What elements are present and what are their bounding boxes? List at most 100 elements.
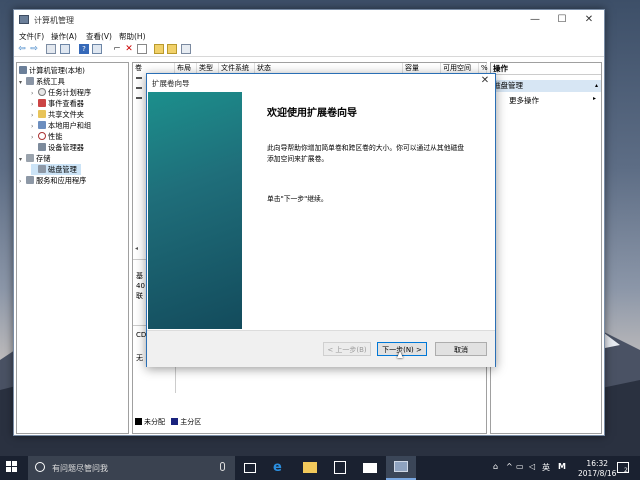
console-tree: 计算机管理(本地) ▾ 系统工具 › 任务计划程序 › 事件查看器 › 共享文件夹 › 本…: [16, 62, 129, 434]
volume-row-marker[interactable]: [136, 77, 142, 79]
delete-icon[interactable]: ✕: [124, 44, 134, 54]
mouse-cursor-icon: [397, 351, 403, 358]
storage-icon: [26, 154, 34, 162]
menu-bar: 文件(F) 操作(A) 查看(V) 帮助(H): [14, 30, 604, 42]
cortana-icon: [35, 462, 45, 472]
wizard-instruction: 单击"下一步"继续。: [267, 195, 328, 203]
clock[interactable]: 16:32 2017/8/16: [578, 459, 616, 479]
document-icon[interactable]: [137, 44, 147, 54]
tree-item-device-manager[interactable]: 设备管理器: [31, 142, 84, 153]
chevron-down-icon[interactable]: ▾: [19, 77, 26, 88]
microphone-icon[interactable]: [220, 462, 225, 471]
actions-section-disk-management[interactable]: 磁盘管理 ▴: [491, 80, 601, 92]
taskbar: 有问题尽管问我 e ⌂ ^ ▭ ◁ 英 M 16:32 2017/8/16 2: [0, 456, 640, 480]
services-icon: [26, 176, 34, 184]
show-hide-tree-icon[interactable]: [60, 44, 70, 54]
event-viewer-icon: [38, 99, 46, 107]
tree-item-shared-folders[interactable]: › 共享文件夹: [31, 109, 84, 120]
tree-item-performance[interactable]: › 性能: [31, 131, 62, 142]
divider: [175, 363, 176, 393]
dialog-title: 扩展卷向导: [152, 79, 190, 88]
clock-date: 2017/8/16: [578, 469, 617, 478]
unallocated-swatch: [135, 418, 142, 425]
show-hidden-icons-chevron-icon[interactable]: ^: [506, 462, 513, 471]
file-explorer-icon[interactable]: [303, 462, 317, 473]
partition-legend: 未分配 主分区: [135, 417, 201, 427]
shared-folder-icon: [38, 110, 46, 118]
network-icon[interactable]: ▭: [516, 462, 524, 471]
volume-row-marker[interactable]: [136, 87, 142, 89]
tree-item-task-scheduler[interactable]: › 任务计划程序: [31, 87, 91, 98]
back-button[interactable]: < 上一步(B): [323, 342, 371, 356]
wizard-heading: 欢迎使用扩展卷向导: [267, 108, 357, 119]
tree-item-system-tools[interactable]: ▾ 系统工具: [19, 76, 65, 87]
extend-volume-wizard: 扩展卷向导 ✕ 欢迎使用扩展卷向导 此向导帮助你增加简单卷和跨区卷的大小。你可以…: [146, 73, 496, 367]
chevron-right-icon[interactable]: ▸: [593, 95, 596, 102]
scroll-left-arrow-icon[interactable]: ◂: [135, 245, 138, 252]
cancel-button[interactable]: 取消: [435, 342, 487, 356]
cdrom-label: CD: [136, 331, 147, 339]
menu-action[interactable]: 操作(A): [51, 31, 77, 42]
collapse-arrow-icon[interactable]: ▴: [595, 80, 598, 92]
users-icon: [38, 121, 46, 129]
help-icon[interactable]: ?: [79, 44, 89, 54]
more-actions-link[interactable]: 更多操作: [509, 95, 539, 106]
mail-icon[interactable]: [363, 463, 377, 473]
device-manager-icon: [38, 143, 46, 151]
title-bar[interactable]: 计算机管理 — ☐ ✕: [14, 10, 604, 30]
tree-item-services-apps[interactable]: › 服务和应用程序: [19, 175, 86, 186]
close-button[interactable]: ✕: [578, 12, 600, 28]
dialog-footer: < 上一步(B) 下一步(N) > 取消: [147, 330, 495, 367]
properties-icon[interactable]: [92, 44, 102, 54]
tree-item-disk-management[interactable]: 磁盘管理: [31, 164, 81, 175]
wizard-banner-image: [148, 92, 242, 329]
menu-view[interactable]: 查看(V): [86, 31, 112, 42]
tree-item-storage[interactable]: ▾ 存储: [19, 153, 50, 164]
store-icon[interactable]: [334, 461, 346, 474]
tree-item-local-users[interactable]: › 本地用户和组: [31, 120, 91, 131]
actions-pane: 操作 磁盘管理 ▴ 更多操作 ▸: [490, 62, 602, 434]
chevron-down-icon[interactable]: ▾: [19, 154, 26, 165]
disk-0-label: 基 40 联: [136, 272, 145, 300]
ime-indicator[interactable]: 英: [542, 462, 550, 473]
maximize-button[interactable]: ☐: [551, 12, 573, 28]
menu-file[interactable]: 文件(F): [19, 31, 44, 42]
back-arrow-icon[interactable]: ⇦: [17, 44, 27, 54]
computer-icon: [19, 66, 27, 74]
disk-icon: [38, 165, 46, 173]
volume-row-marker[interactable]: [136, 97, 142, 99]
task-view-icon[interactable]: [244, 463, 256, 473]
notification-count: 2: [624, 467, 628, 474]
open-folder-icon[interactable]: [167, 44, 177, 54]
minimize-button[interactable]: —: [524, 12, 546, 28]
folder-icon[interactable]: [154, 44, 164, 54]
people-icon[interactable]: ⌂: [493, 462, 498, 471]
computer-management-icon: [394, 461, 408, 472]
performance-icon: [38, 132, 46, 140]
tools-icon: [26, 77, 34, 85]
actions-header: 操作: [491, 63, 601, 75]
toolbar: ⇦ ⇨ ? ⌐ ✕: [14, 43, 604, 57]
forward-arrow-icon[interactable]: ⇨: [29, 44, 39, 54]
chevron-right-icon[interactable]: ›: [19, 176, 26, 187]
tree-item-event-viewer[interactable]: › 事件查看器: [31, 98, 84, 109]
computer-management-icon: [19, 15, 29, 24]
primary-partition-swatch: [171, 418, 179, 425]
connect-icon[interactable]: ⌐: [112, 44, 122, 54]
edge-browser-icon[interactable]: e: [273, 460, 282, 475]
search-placeholder: 有问题尽管问我: [52, 464, 108, 473]
menu-help[interactable]: 帮助(H): [119, 31, 146, 42]
cdrom-status: 无: [136, 354, 143, 362]
action-center-icon[interactable]: 2: [617, 462, 629, 474]
start-button-windows-icon[interactable]: [6, 461, 18, 473]
clock-time: 16:32: [586, 459, 609, 468]
window-title: 计算机管理: [34, 16, 74, 25]
volume-icon[interactable]: ◁: [529, 462, 535, 471]
up-level-icon[interactable]: [46, 44, 56, 54]
tree-item-computer-management[interactable]: 计算机管理(本地): [19, 65, 85, 76]
input-method-m-icon[interactable]: M: [558, 462, 566, 471]
cortana-search-box[interactable]: 有问题尽管问我: [28, 456, 235, 480]
dialog-close-button[interactable]: ✕: [477, 74, 493, 88]
taskbar-computer-management-button[interactable]: [386, 456, 416, 480]
view-icon[interactable]: [181, 44, 191, 54]
